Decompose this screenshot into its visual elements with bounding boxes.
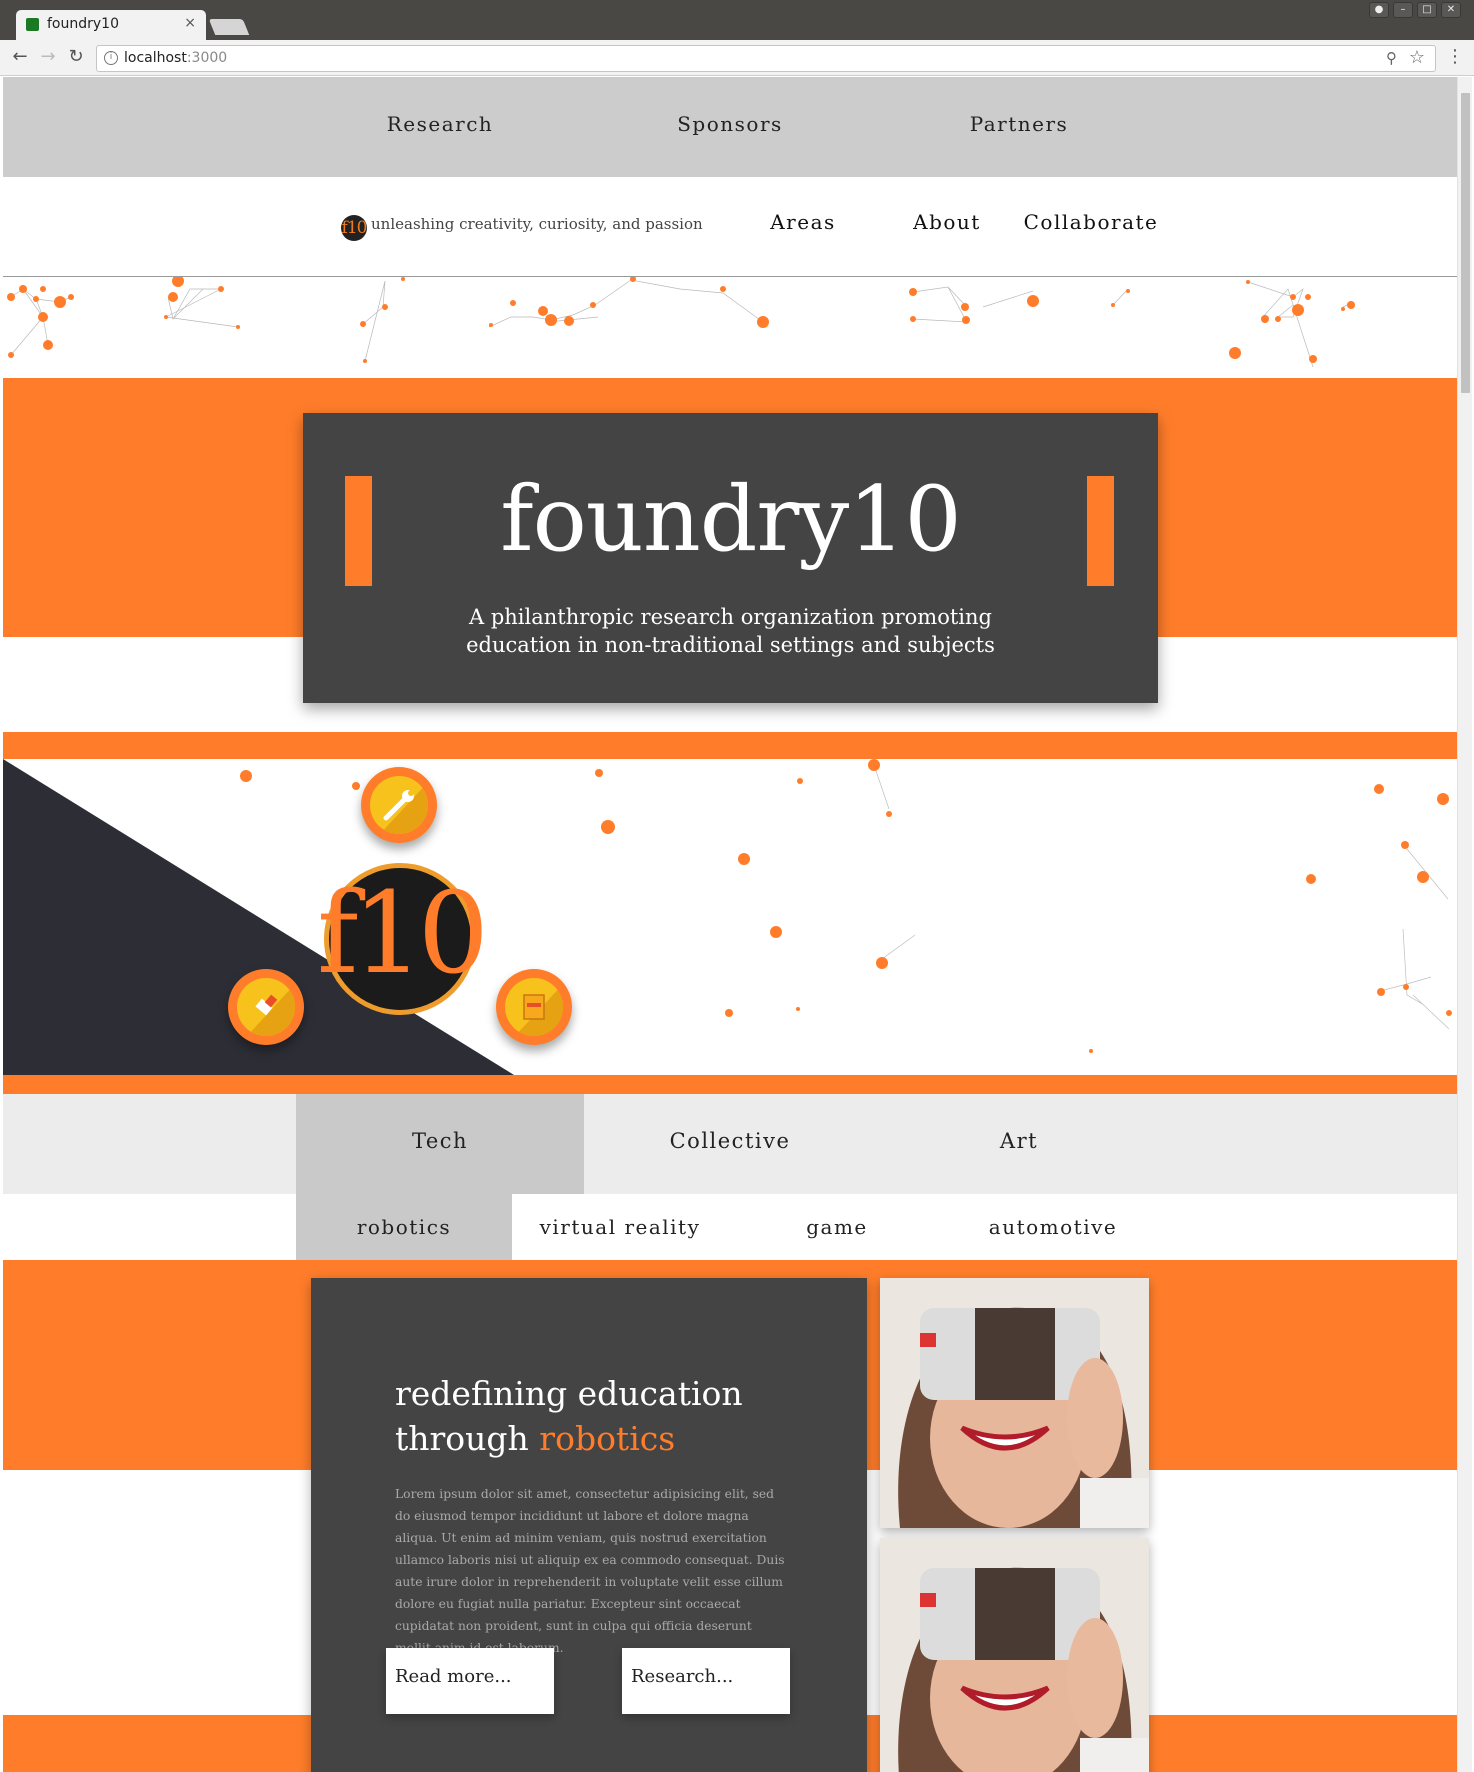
nav-sponsors[interactable]: Sponsors (677, 112, 783, 136)
forward-icon[interactable]: → (37, 46, 59, 68)
network-decoration (7, 277, 1355, 368)
tab-automotive[interactable]: automotive (945, 1194, 1161, 1260)
wrench-icon[interactable] (361, 767, 437, 843)
tab-game-development[interactable]: game development (729, 1194, 945, 1305)
tab-art[interactable]: Art (875, 1094, 1163, 1194)
close-tab-icon[interactable]: × (184, 15, 196, 31)
tab-collective[interactable]: Collective (586, 1094, 874, 1194)
url-text: localhost:3000 (124, 50, 228, 66)
browser-toolbar: ← → ↻ i localhost:3000 ⚲ ☆ ⋮ (0, 40, 1474, 76)
vr-photo-2 (880, 1538, 1149, 1772)
feature-heading: redefining education through robotics (395, 1374, 743, 1458)
new-tab-button[interactable] (208, 19, 250, 35)
brush-icon[interactable] (228, 969, 304, 1045)
book-icon[interactable] (496, 969, 572, 1045)
dark-triangle (3, 759, 514, 1075)
nav-areas[interactable]: Areas (770, 210, 836, 234)
profile-icon[interactable]: ● (1369, 2, 1389, 18)
browser-tab[interactable]: foundry10 × (16, 10, 206, 40)
feature-card: redefining education through robotics Lo… (311, 1278, 867, 1772)
zoom-icon[interactable]: ⚲ (1386, 49, 1397, 67)
graphic-band: f10 (3, 759, 1457, 1075)
subcategory-tabs: robotics virtual reality game developmen… (3, 1194, 1457, 1305)
f10-logo: f10 (317, 863, 489, 1015)
tagline: unleashing creativity, curiosity, and pa… (371, 215, 703, 233)
nav-about[interactable]: About (913, 210, 981, 234)
top-nav: Research Sponsors Partners (3, 77, 1457, 177)
category-tabs: Tech Collective Art (3, 1094, 1457, 1194)
favicon-icon (26, 18, 39, 31)
tab-robotics[interactable]: robotics (296, 1194, 512, 1260)
main-nav: f10 unleashing creativity, curiosity, an… (3, 177, 1457, 277)
back-icon[interactable]: ← (9, 46, 31, 68)
page-scrollbar[interactable] (1457, 77, 1472, 1772)
tab-tech[interactable]: Tech (296, 1094, 584, 1194)
read-more-button[interactable]: Read more... (386, 1648, 554, 1714)
band-bottom-stripe (3, 1075, 1457, 1094)
nav-research[interactable]: Research (387, 112, 494, 136)
tab-title: foundry10 (47, 16, 119, 32)
hero-title: foundry10 (500, 467, 961, 572)
address-bar[interactable]: i localhost:3000 ⚲ ☆ (96, 45, 1436, 72)
vr-photo-1 (880, 1278, 1149, 1528)
browser-menu-icon[interactable]: ⋮ (1446, 46, 1464, 67)
close-window-icon[interactable]: ✕ (1441, 2, 1461, 18)
info-icon[interactable]: i (104, 51, 118, 65)
hero-subtitle: A philanthropic research organization pr… (466, 605, 995, 657)
tab-virtual-reality[interactable]: virtual reality (512, 1194, 728, 1260)
bookmark-star-icon[interactable]: ☆ (1409, 47, 1425, 68)
research-button[interactable]: Research... (622, 1648, 790, 1714)
title-bar: foundry10 × ● – □ ✕ (0, 0, 1474, 40)
maximize-icon[interactable]: □ (1417, 2, 1437, 18)
browser-chrome: foundry10 × ● – □ ✕ ← → ↻ i localhost:30… (0, 0, 1474, 76)
scrollbar-thumb[interactable] (1461, 93, 1470, 393)
hero-card: foundry10 A philanthropic research organ… (303, 413, 1158, 703)
reload-icon[interactable]: ↻ (65, 46, 87, 68)
page-viewport: Research Sponsors Partners f10 unleashin… (3, 77, 1457, 1772)
band-top-stripe (3, 732, 1457, 759)
feature-body: Lorem ipsum dolor sit amet, consectetur … (395, 1487, 785, 1655)
logo[interactable]: f10 (341, 215, 367, 241)
nav-collaborate[interactable]: Collaborate (1024, 210, 1159, 234)
nav-partners[interactable]: Partners (970, 112, 1069, 136)
minimize-icon[interactable]: – (1393, 2, 1413, 18)
